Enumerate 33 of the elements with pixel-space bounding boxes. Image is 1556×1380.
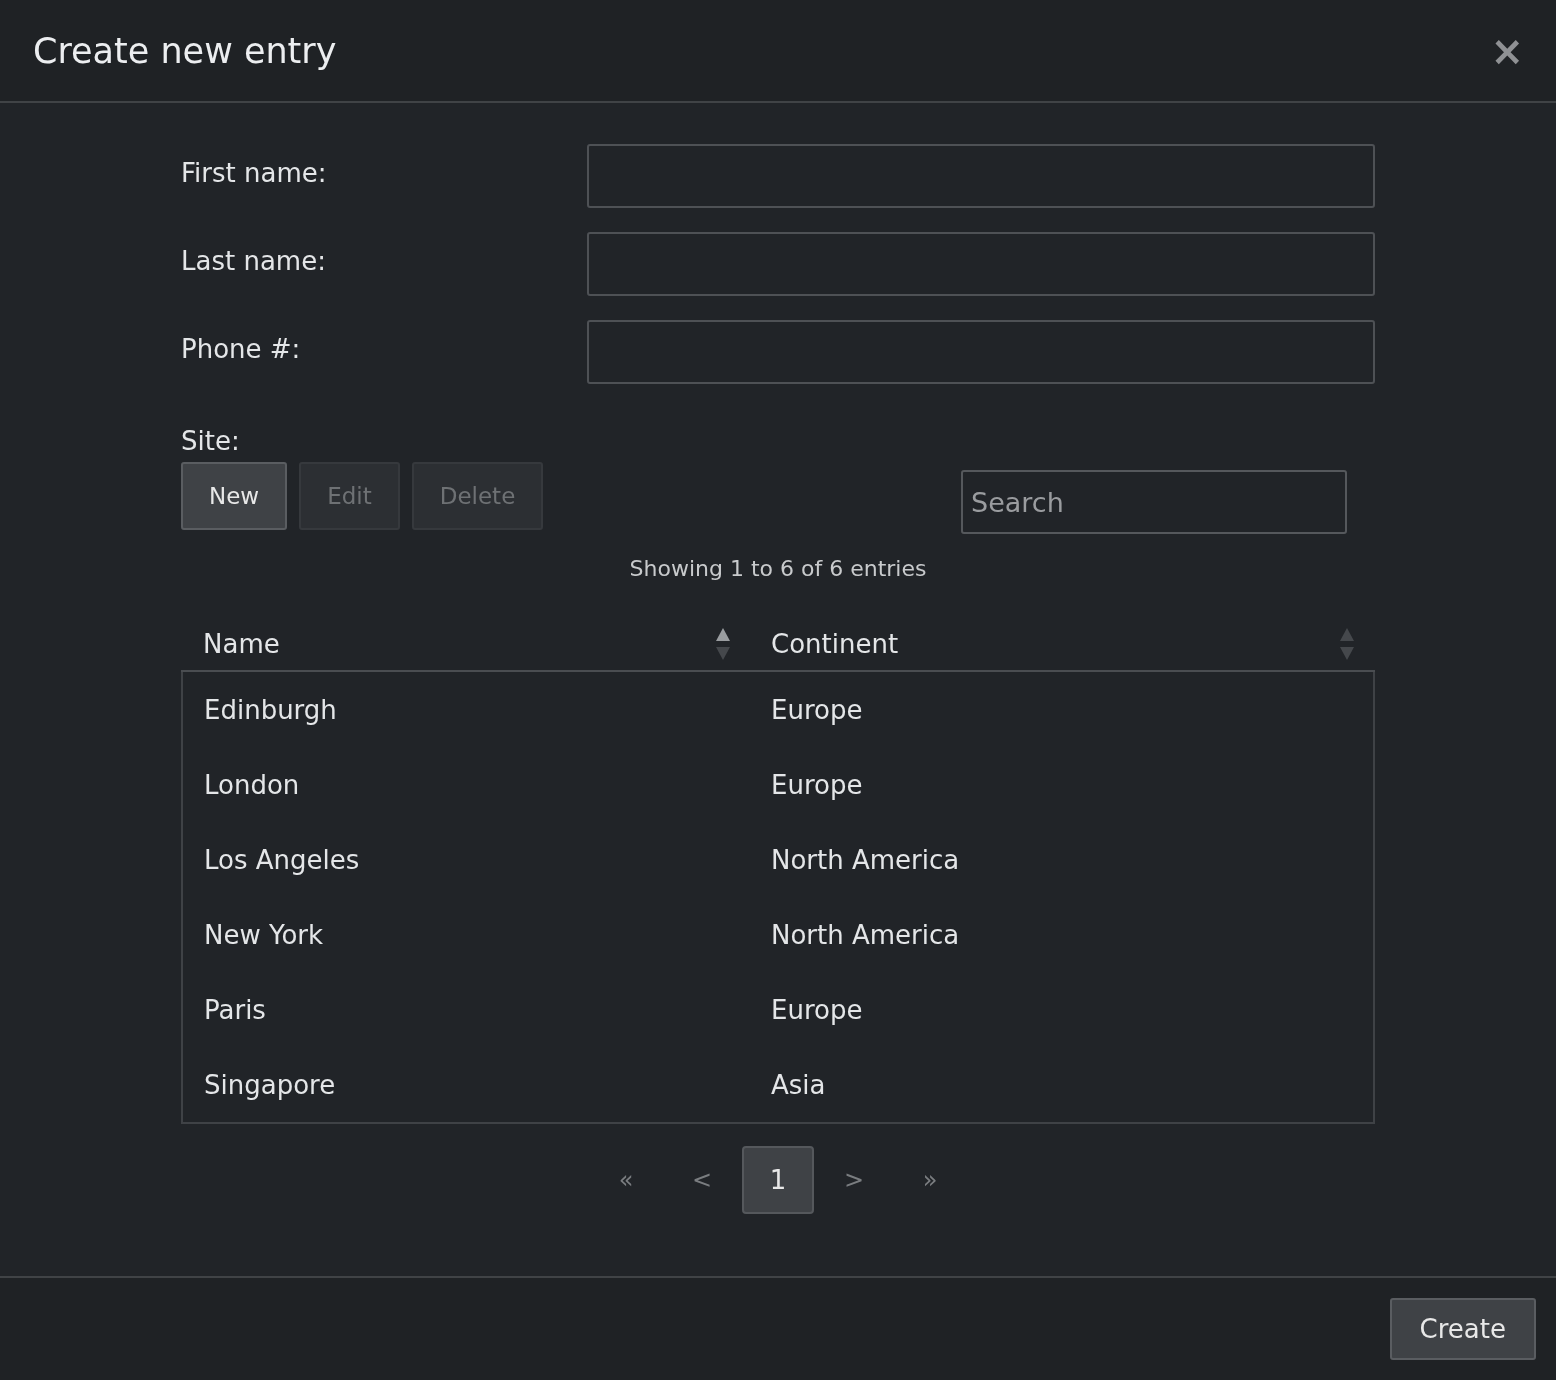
column-header[interactable]: Name [203, 629, 280, 659]
table-cell: North America [771, 919, 960, 950]
pagination-button[interactable]: < [666, 1146, 738, 1214]
table-cell: Asia [771, 1069, 826, 1100]
input-field[interactable] [587, 320, 1375, 384]
table-cell: Europe [771, 769, 863, 800]
table-cell: New York [204, 919, 324, 950]
dialog-title: Create new entry [33, 30, 337, 71]
table-cell: London [204, 769, 300, 800]
table-cell: Paris [204, 994, 266, 1025]
field-label: Phone #: [181, 334, 302, 364]
table-cell: Edinburgh [204, 694, 337, 725]
table-cell: Singapore [204, 1069, 336, 1100]
table-cell: North America [771, 844, 960, 875]
search-field[interactable]: Search [961, 470, 1347, 534]
site-label: Site: [181, 425, 241, 458]
pagination-button[interactable]: « [590, 1146, 662, 1214]
table-cell: Los Angeles [204, 844, 360, 875]
table-cell: Europe [771, 994, 863, 1025]
column-header[interactable]: Continent [771, 629, 899, 659]
input-field[interactable] [587, 232, 1375, 296]
close-button[interactable]: × [1490, 30, 1524, 71]
pagination-button[interactable]: 1 [742, 1146, 814, 1214]
field-label: First name: [181, 158, 328, 188]
input-field[interactable] [587, 144, 1375, 208]
field-label: Last name: [181, 246, 327, 276]
pagination-button[interactable]: > [818, 1146, 890, 1214]
toolbar-button[interactable]: New [181, 462, 288, 530]
table-cell: Europe [771, 694, 863, 725]
pagination-button[interactable]: » [894, 1146, 966, 1214]
create-button[interactable]: Create [1389, 1298, 1536, 1360]
entries-info: Showing 1 to 6 of 6 entries [628, 556, 928, 583]
sort-icon[interactable] [716, 628, 730, 660]
